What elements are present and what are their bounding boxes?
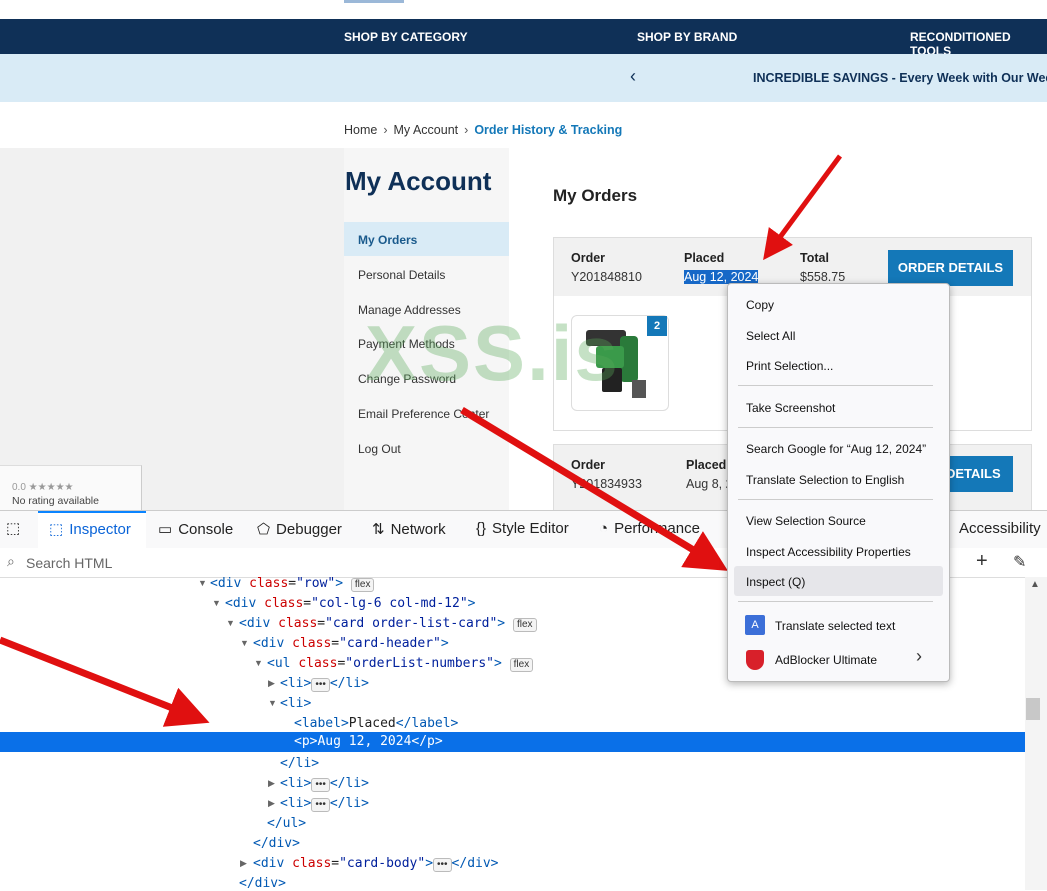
menu-item-translate-selection[interactable]: Translate Selection to English: [746, 473, 904, 487]
menu-item-print-selection[interactable]: Print Selection...: [746, 359, 833, 373]
menu-item-select-all[interactable]: Select All: [746, 329, 795, 343]
menu-item-translate-selected-text[interactable]: Translate selected text: [775, 619, 895, 633]
arrow-annotation: [763, 154, 843, 261]
arrow-annotation: [460, 407, 728, 571]
menu-item-take-screenshot[interactable]: Take Screenshot: [746, 401, 835, 415]
menu-separator: [738, 427, 933, 428]
menu-separator: [738, 385, 933, 386]
menu-item-adblocker[interactable]: AdBlocker Ultimate: [775, 653, 877, 667]
menu-item-view-selection-source[interactable]: View Selection Source: [746, 514, 866, 528]
translate-icon: A: [745, 615, 765, 635]
menu-item-copy[interactable]: Copy: [746, 298, 774, 312]
menu-item-inspect[interactable]: Inspect (Q): [746, 575, 805, 589]
menu-separator: [738, 601, 933, 602]
context-menu: Copy Select All Print Selection... Take …: [727, 283, 950, 682]
menu-item-inspect-accessibility[interactable]: Inspect Accessibility Properties: [746, 545, 911, 559]
arrow-annotation: [0, 636, 210, 727]
menu-separator: [738, 499, 933, 500]
adblocker-shield-icon: [746, 650, 764, 670]
menu-item-search-google[interactable]: Search Google for “Aug 12, 2024”: [746, 442, 926, 456]
chevron-right-icon: ›: [916, 646, 922, 666]
